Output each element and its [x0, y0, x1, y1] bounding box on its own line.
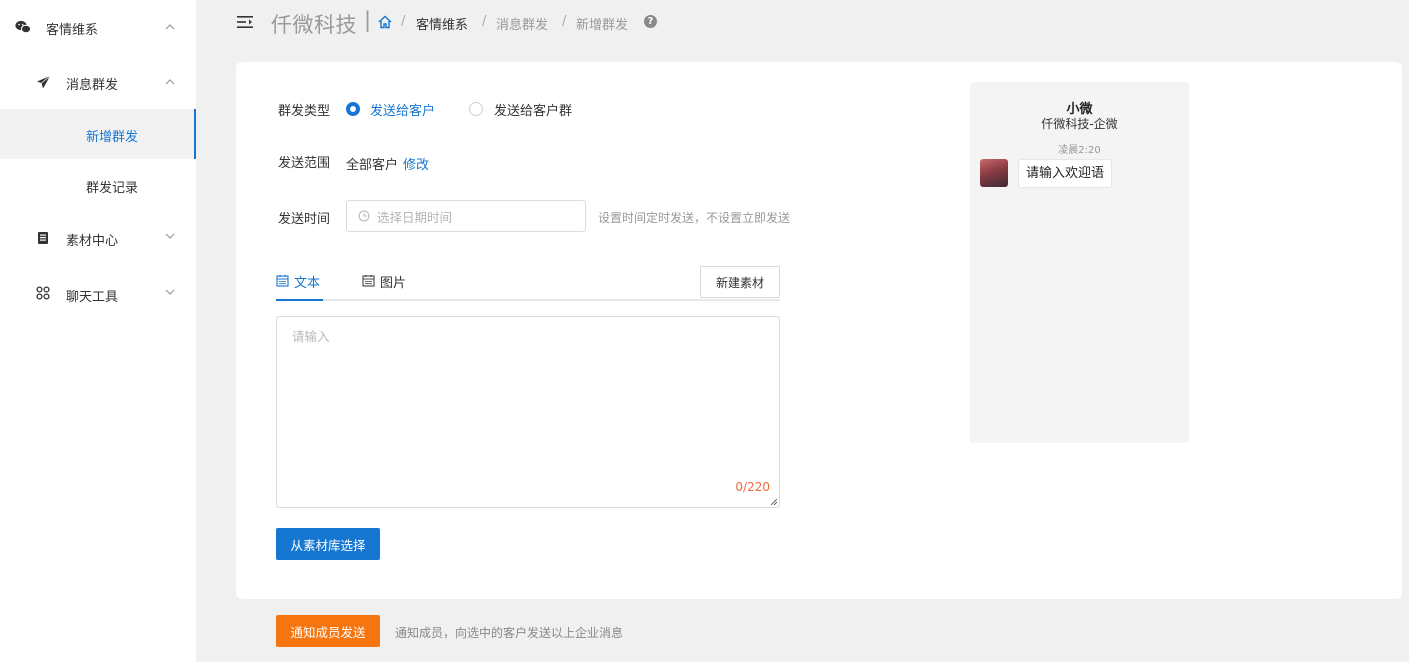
- home-icon[interactable]: [377, 14, 393, 30]
- grid-icon: [35, 285, 51, 301]
- tab-text[interactable]: 文本: [276, 272, 323, 301]
- breadcrumb-separator: /: [562, 14, 567, 29]
- tab-label: 图片: [380, 276, 407, 291]
- notify-hint: 通知成员，向选中的客户发送以上企业消息: [395, 626, 624, 640]
- menu-collapse-icon[interactable]: [237, 14, 255, 30]
- material-icon: [35, 230, 51, 246]
- scope-edit-link[interactable]: 修改: [403, 154, 429, 173]
- sidebar-group-chat-tools[interactable]: 聊天工具: [0, 277, 196, 311]
- message-preview: 小微 仟微科技-企微 凌晨2:20 请输入欢迎语: [970, 82, 1189, 443]
- preview-timestamp: 凌晨2:20: [1058, 145, 1101, 156]
- send-time-picker[interactable]: [346, 200, 586, 232]
- sidebar-group-label: 素材中心: [66, 234, 119, 249]
- sidebar-item-label: 群发记录: [86, 181, 139, 196]
- preview-corp-name: 仟微科技-企微: [1041, 117, 1118, 131]
- send-icon: [35, 74, 51, 90]
- compose-card: 群发类型 发送给客户 发送给客户群 发送范围 全部客户 修改 发送时间 设置时间…: [236, 62, 1402, 599]
- resize-handle-icon[interactable]: [770, 498, 777, 505]
- sidebar: 客情维系 消息群发 新增群发 群发记录 素材中心 聊天工具: [0, 0, 196, 662]
- notify-members-button[interactable]: 通知成员发送: [276, 615, 380, 647]
- wechat-icon: [15, 19, 31, 35]
- brand-separator: |: [364, 8, 372, 32]
- chevron-down-icon: [165, 233, 175, 239]
- calendar-icon: [276, 275, 289, 287]
- chevron-down-icon: [165, 289, 175, 295]
- calendar-icon: [362, 275, 375, 287]
- scope-value: 全部客户: [346, 158, 399, 173]
- chevron-up-icon: [165, 79, 175, 85]
- sidebar-group-customer-care[interactable]: 客情维系: [0, 10, 196, 44]
- clock-icon: [358, 210, 370, 222]
- content-textarea[interactable]: [277, 317, 779, 507]
- chevron-up-icon: [165, 24, 175, 30]
- radio-label[interactable]: 发送给客户群: [494, 100, 572, 119]
- char-counter: 0/220: [735, 480, 770, 494]
- send-time-hint: 设置时间定时发送，不设置立即发送: [598, 211, 791, 225]
- breadcrumb-item[interactable]: 客情维系: [416, 14, 468, 33]
- preview-message-bubble: 请输入欢迎语: [1018, 159, 1113, 188]
- breadcrumb-item: 新增群发: [576, 18, 629, 33]
- tab-image[interactable]: 图片: [362, 272, 406, 300]
- sidebar-group-mass-message[interactable]: 消息群发: [0, 65, 196, 99]
- sidebar-group-label: 聊天工具: [66, 290, 119, 305]
- tab-label: 文本: [294, 276, 321, 291]
- radio-send-to-group[interactable]: [469, 102, 483, 116]
- help-icon[interactable]: ?: [644, 15, 657, 28]
- avatar: [980, 159, 1008, 187]
- breadcrumb-item[interactable]: 消息群发: [496, 14, 548, 33]
- sidebar-group-label: 消息群发: [66, 78, 119, 93]
- pick-from-library-button[interactable]: 从素材库选择: [276, 528, 380, 560]
- tabs-divider: [276, 299, 780, 301]
- field-label-time: 发送时间: [278, 212, 331, 227]
- sidebar-item-label: 新增群发: [86, 130, 139, 145]
- field-label-type: 群发类型: [278, 104, 331, 119]
- sidebar-group-material-center[interactable]: 素材中心: [0, 221, 196, 255]
- sidebar-item-new-broadcast[interactable]: 新增群发: [0, 109, 196, 159]
- breadcrumb-separator: /: [401, 14, 406, 29]
- sidebar-group-label: 客情维系: [46, 23, 99, 38]
- content-editor: 0/220: [276, 316, 780, 508]
- field-label-scope: 发送范围: [278, 156, 331, 171]
- new-material-button[interactable]: 新建素材: [700, 266, 780, 298]
- brand-title: 仟微科技: [271, 13, 357, 37]
- radio-label[interactable]: 发送给客户: [370, 100, 435, 119]
- sidebar-item-broadcast-history[interactable]: 群发记录: [0, 168, 196, 202]
- radio-send-to-customer[interactable]: [346, 102, 360, 116]
- breadcrumb-separator: /: [482, 14, 487, 29]
- send-time-input[interactable]: [377, 207, 577, 227]
- top-header: 仟微科技 | / 客情维系 / 消息群发 / 新增群发 ?: [196, 0, 1409, 48]
